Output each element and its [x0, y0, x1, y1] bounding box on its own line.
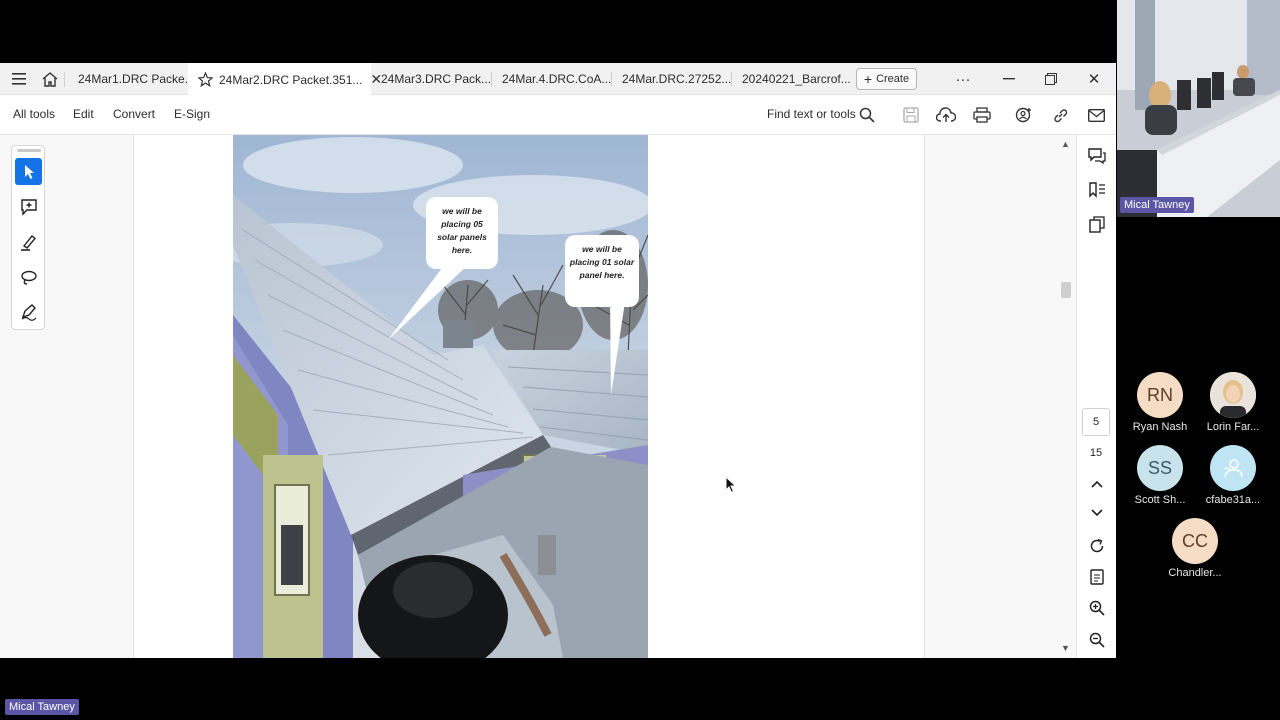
tab-label: 24Mar.DRC.27252... — [622, 72, 732, 86]
participant-tile[interactable]: SS Scott Sh... — [1125, 445, 1195, 506]
create-button[interactable]: + Create — [856, 68, 917, 90]
find-text-button[interactable]: Find text or tools — [767, 107, 856, 121]
participant-name: Lorin Far... — [1206, 421, 1260, 433]
avatar — [1210, 445, 1256, 491]
scroll-up-icon[interactable]: ▲ — [1061, 139, 1070, 149]
zoom-out-icon[interactable] — [1086, 629, 1108, 651]
rotate-icon[interactable] — [1086, 535, 1108, 557]
tab-label: 24Mar2.DRC Packet.351... — [219, 72, 363, 87]
tab-label: 24Mar1.DRC Packe... — [78, 72, 195, 86]
highlight-icon[interactable] — [15, 228, 42, 255]
draw-icon[interactable] — [15, 263, 42, 290]
previous-page-icon[interactable] — [1086, 473, 1108, 495]
minimize-icon[interactable] — [999, 69, 1019, 89]
home-icon[interactable] — [40, 69, 60, 89]
tab-document-2[interactable]: 24Mar2.DRC Packet.351... ✕ — [188, 63, 382, 96]
add-comment-icon[interactable] — [15, 193, 42, 220]
roof-photo: we will be placing 05 solar panels here.… — [233, 135, 648, 658]
tab-label: 20240221_Barcrof... — [742, 72, 851, 86]
create-label: Create — [876, 73, 910, 85]
restore-icon[interactable] — [1041, 69, 1061, 89]
total-pages: 15 — [1089, 447, 1103, 459]
conference-room-video — [1117, 0, 1280, 217]
guest-user-icon — [1223, 459, 1243, 478]
right-panel-rail: 5 15 — [1076, 135, 1116, 658]
acrobat-window: 24Mar1.DRC Packe... 24Mar2.DRC Packet.35… — [0, 63, 1116, 658]
close-window-icon[interactable]: ✕ — [1084, 69, 1104, 89]
star-icon[interactable] — [198, 72, 213, 87]
all-tools-menu[interactable]: All tools — [13, 107, 55, 121]
next-page-icon[interactable] — [1086, 502, 1108, 524]
screen-share-stage: 24Mar1.DRC Packe... 24Mar2.DRC Packet.35… — [0, 0, 1280, 720]
participant-name: Chandler... — [1168, 567, 1222, 579]
select-icon[interactable] — [15, 158, 42, 185]
more-options-icon[interactable]: ··· — [953, 69, 973, 89]
main-toolbar: All tools Edit Convert E-Sign Find text … — [0, 95, 1116, 135]
mouse-cursor-icon — [725, 476, 737, 494]
print-icon[interactable] — [971, 104, 993, 126]
pdf-page-view[interactable]: we will be placing 05 solar panels here.… — [133, 135, 925, 658]
presenter-name-tag: Mical Tawney — [1120, 197, 1194, 213]
tab-bar: 24Mar1.DRC Packe... 24Mar2.DRC Packet.35… — [0, 63, 1116, 96]
avatar: RN — [1137, 372, 1183, 418]
convert-menu[interactable]: Convert — [113, 107, 155, 121]
participant-name: cfabe31a... — [1205, 494, 1261, 506]
scroll-down-icon[interactable]: ▼ — [1061, 643, 1070, 653]
document-workspace: we will be placing 05 solar panels here.… — [0, 135, 1116, 658]
participant-tile[interactable]: cfabe31a... — [1198, 445, 1268, 506]
scroll-thumb[interactable] — [1061, 282, 1071, 298]
tab-document-4[interactable]: 24Mar.4.DRC.CoA... — [492, 63, 612, 95]
search-icon[interactable] — [856, 104, 878, 126]
vertical-scrollbar[interactable]: ▲ ▼ — [1059, 135, 1075, 658]
participant-name: Ryan Nash — [1132, 421, 1188, 433]
presenter-video: Mical Tawney — [1117, 0, 1280, 217]
tab-document-6[interactable]: 20240221_Barcrof... — [732, 63, 852, 95]
comments-icon[interactable] — [1086, 145, 1108, 167]
save-icon[interactable] — [900, 104, 922, 126]
tab-document-5[interactable]: 24Mar.DRC.27252... — [612, 63, 732, 95]
participant-tile[interactable]: Lorin Far... — [1198, 372, 1268, 433]
bookmarks-icon[interactable] — [1086, 179, 1108, 201]
rail-grip[interactable] — [17, 149, 41, 152]
tab-document-1[interactable]: 24Mar1.DRC Packe... — [68, 63, 195, 95]
shared-screen-name-tag: Mical Tawney — [5, 699, 79, 715]
pages-icon[interactable] — [1086, 213, 1108, 235]
callout-text-1: we will be placing 05 solar panels here. — [437, 206, 487, 255]
sign-icon[interactable] — [15, 298, 42, 325]
profile-photo — [1210, 372, 1256, 418]
zoom-in-icon[interactable] — [1086, 597, 1108, 619]
esign-menu[interactable]: E-Sign — [174, 107, 210, 121]
callout-text-2: we will be placing 01 solar panel here. — [569, 244, 635, 280]
edit-menu[interactable]: Edit — [73, 107, 94, 121]
tab-document-3[interactable]: 24Mar3.DRC Pack... — [371, 63, 491, 95]
plus-icon: + — [863, 71, 873, 87]
fit-page-icon[interactable] — [1086, 566, 1108, 588]
avatar — [1210, 372, 1256, 418]
participant-tile[interactable]: RN Ryan Nash — [1125, 372, 1195, 433]
current-page-field[interactable]: 5 — [1082, 408, 1110, 436]
quick-tools-rail — [11, 145, 45, 330]
link-icon[interactable] — [1049, 104, 1071, 126]
avatar: SS — [1137, 445, 1183, 491]
tab-label: 24Mar.4.DRC.CoA... — [502, 72, 612, 86]
upload-cloud-icon[interactable] — [935, 104, 957, 126]
avatar: CC — [1172, 518, 1218, 564]
participant-tile[interactable]: CC Chandler... — [1160, 518, 1230, 579]
tab-label: 24Mar3.DRC Pack... — [381, 72, 492, 86]
share-icon[interactable] — [1013, 104, 1035, 126]
email-icon[interactable] — [1085, 104, 1107, 126]
participant-name: Scott Sh... — [1134, 494, 1186, 506]
hamburger-menu-icon[interactable] — [9, 69, 29, 89]
